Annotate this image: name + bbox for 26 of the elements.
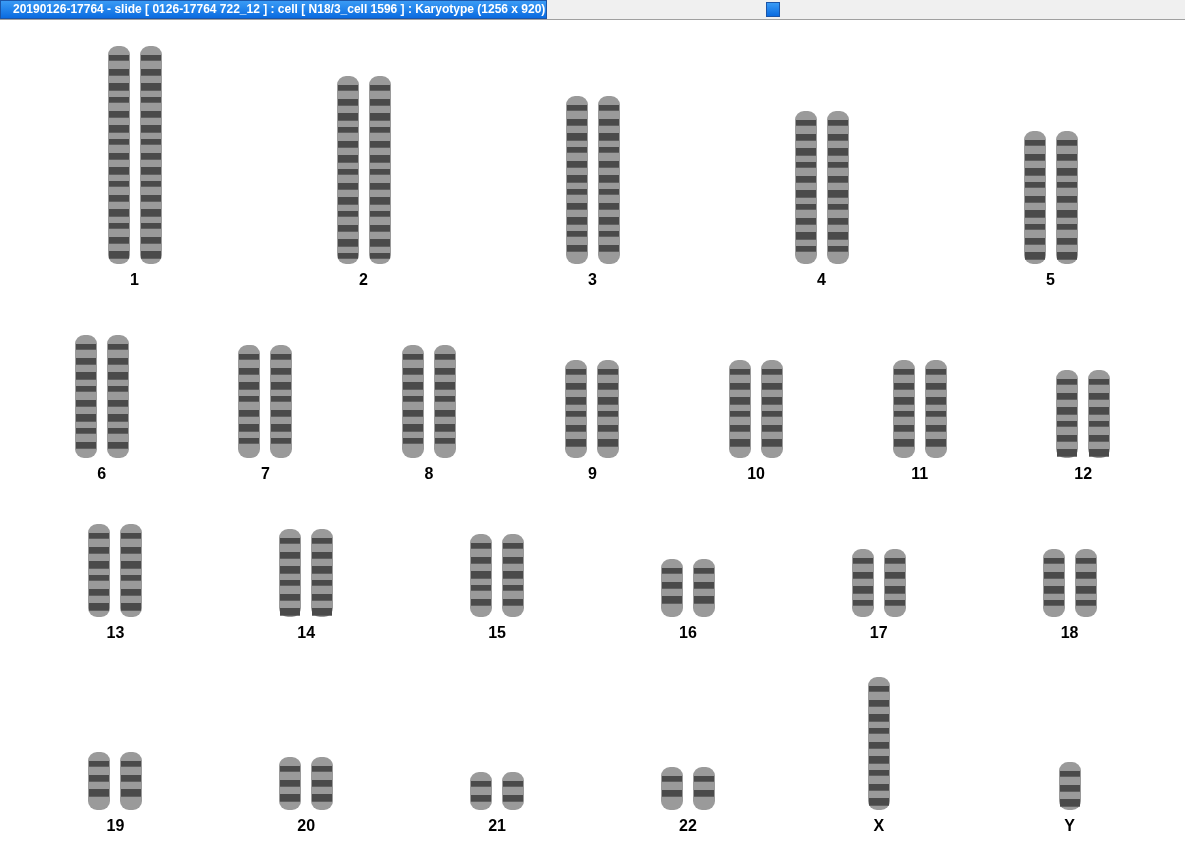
chromosome-label: 17 [869,624,888,642]
chromosome-label: 20 [297,817,316,835]
chromosome-label: 5 [1046,271,1055,289]
window-title: 20190126-17764 - slide [ 0126-17764 722_12 ] : cell [ N18/3_cell 1596 ] : Karyotype (1256 x 920) [0,0,547,19]
chromosome-label: Y [1064,817,1075,835]
chromosome-label: 22 [679,817,697,835]
chromosome-label: X [873,817,885,835]
chromosome-label: 15 [488,624,506,642]
chromosome-label: 16 [679,624,697,642]
chromosome-label: 9 [588,465,597,483]
chromosome-label: 2 [359,271,368,289]
chromosome-label: 1 [130,271,139,289]
chromosome-label: 11 [911,465,929,483]
chromosome-label: 8 [424,465,434,483]
chromosome-label: 18 [1060,624,1079,642]
chromosome-label: 4 [817,271,826,289]
chromosome-label: 10 [747,465,765,483]
chromosome-label: 19 [106,817,125,835]
chromosome-label: 3 [588,271,597,289]
chromosome-label: 6 [97,465,107,483]
scroll-thumb[interactable] [766,2,780,17]
chromosome-label: 13 [106,624,125,642]
chromosome-label: 21 [488,817,506,835]
chromosome-label: 12 [1074,465,1093,483]
chromosome-label: 14 [297,624,316,642]
chromosome-label: 7 [260,465,270,483]
